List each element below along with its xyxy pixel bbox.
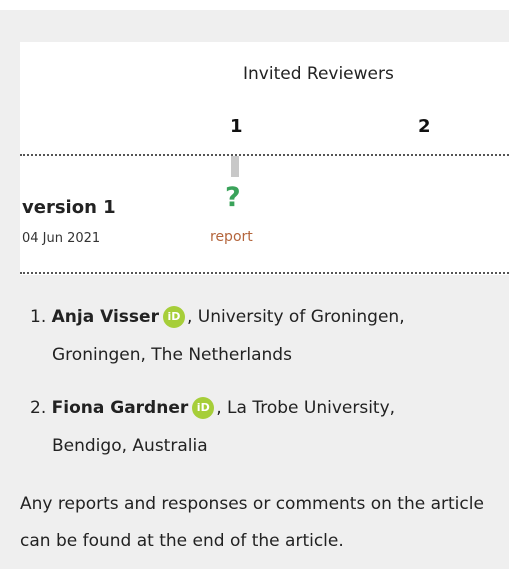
orcid-icon[interactable]: iD — [162, 306, 185, 328]
reviewer-affiliation: , University of Groningen, — [186, 307, 405, 327]
version-date: 04 Jun 2021 — [22, 231, 101, 246]
version-label: version 1 — [22, 197, 116, 218]
reviewer-affiliation-location: Groningen, The Netherlands — [52, 345, 292, 365]
reviewer-affiliation: , La Trobe University, — [216, 398, 396, 418]
reviewer-column-2: 2 — [418, 116, 431, 137]
reviewer-name[interactable]: Fiona Gardner — [52, 398, 189, 418]
reviewer-item-2: 2. Fiona Gardner iD, La Trobe University,… — [30, 389, 395, 465]
reviewer-number: 2. — [30, 398, 47, 418]
invited-reviewers-heading: Invited Reviewers — [243, 64, 394, 84]
question-mark-status-icon: ? — [225, 182, 241, 213]
divider-bottom — [20, 272, 509, 274]
reviewer-item-1: 1. Anja Visser iD, University of Groninge… — [30, 298, 405, 374]
divider-top — [20, 154, 509, 156]
reviewer-name[interactable]: Anja Visser — [52, 307, 159, 327]
reviewer-column-1: 1 — [230, 116, 243, 137]
reviewer-affiliation-location: Bendigo, Australia — [52, 436, 208, 456]
reviewer-number: 1. — [30, 307, 47, 327]
version-connector-bar — [231, 156, 239, 177]
orcid-icon[interactable]: iD — [192, 397, 215, 419]
reports-footnote: Any reports and responses or comments on… — [20, 494, 484, 551]
report-link[interactable]: report — [210, 229, 253, 245]
